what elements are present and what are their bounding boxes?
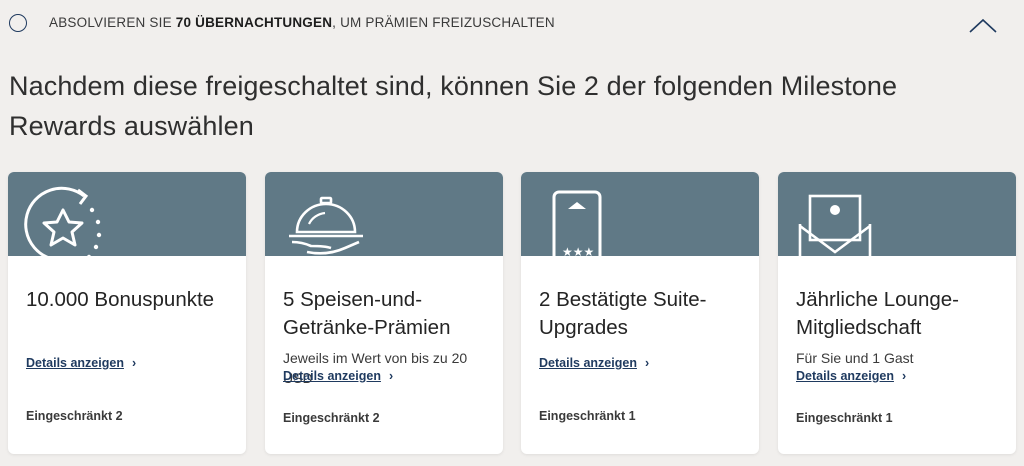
milestone-radio[interactable] [9, 14, 27, 32]
card-title: 10.000 Bonuspunkte [26, 288, 215, 311]
svg-text:★★★: ★★★ [562, 245, 594, 259]
card-title: Jährliche Lounge-Mitgliedschaft [796, 288, 959, 339]
reward-card-lounge-membership[interactable]: Jährliche Lounge-Mitgliedschaft Für Sie … [778, 172, 1016, 454]
details-link[interactable]: Details anzeigen › [26, 356, 136, 370]
card-footer: Eingeschränkt 1 [796, 411, 893, 425]
milestone-goal-text: ABSOLVIEREN SIE 70 ÜBERNACHTUNGEN, UM PR… [49, 15, 555, 30]
reward-card-food-beverage[interactable]: 5 Speisen-und-Getränke-Prämien Jeweils i… [265, 172, 503, 454]
chevron-right-icon: › [901, 369, 907, 383]
details-link-label: Details anzeigen [796, 369, 894, 383]
milestone-header: ABSOLVIEREN SIE 70 ÜBERNACHTUNGEN, UM PR… [0, 0, 1024, 46]
reward-card-suite-upgrades[interactable]: ★★★ 2 Bestätigte Suite-Upgrades Details … [521, 172, 759, 454]
reward-card-bonus-points[interactable]: 10.000 Bonuspunkte Details anzeigen › Ein… [8, 172, 246, 454]
card-footer: Eingeschränkt 1 [539, 409, 636, 423]
goal-prefix: ABSOLVIEREN SIE [49, 15, 176, 30]
food-cloche-icon [289, 196, 363, 255]
page-title: Nachdem diese freigeschaltet sind, könne… [9, 71, 898, 141]
card-title: 5 Speisen-und-Getränke-Prämien [283, 288, 451, 339]
card-banner: ★★★ [521, 172, 759, 274]
details-link-label: Details anzeigen [283, 369, 381, 383]
envelope-invite-icon [798, 194, 872, 274]
card-banner [778, 172, 1016, 274]
card-banner [265, 172, 503, 256]
card-title: 2 Bestätigte Suite-Upgrades [539, 288, 707, 339]
goal-suffix: , UM PRÄMIEN FREIZUSCHALTEN [332, 15, 555, 30]
details-link-label: Details anzeigen [539, 356, 637, 370]
details-link-label: Details anzeigen [26, 356, 124, 370]
card-footer: Eingeschränkt 2 [26, 409, 123, 423]
chevron-right-icon: › [388, 369, 394, 383]
chevron-up-icon [969, 18, 997, 33]
keycard-icon: ★★★ [552, 190, 602, 274]
chevron-right-icon: › [644, 356, 650, 370]
details-link[interactable]: Details anzeigen › [283, 369, 393, 383]
star-refresh-icon [24, 186, 102, 262]
details-link[interactable]: Details anzeigen › [796, 369, 906, 383]
collapse-button[interactable] [968, 18, 1004, 42]
card-subtitle: Für Sie und 1 Gast [796, 350, 914, 366]
chevron-right-icon: › [131, 356, 137, 370]
card-banner [8, 172, 246, 262]
card-footer: Eingeschränkt 2 [283, 411, 380, 425]
goal-bold: 70 ÜBERNACHTUNGEN [175, 15, 333, 30]
details-link[interactable]: Details anzeigen › [539, 356, 649, 370]
